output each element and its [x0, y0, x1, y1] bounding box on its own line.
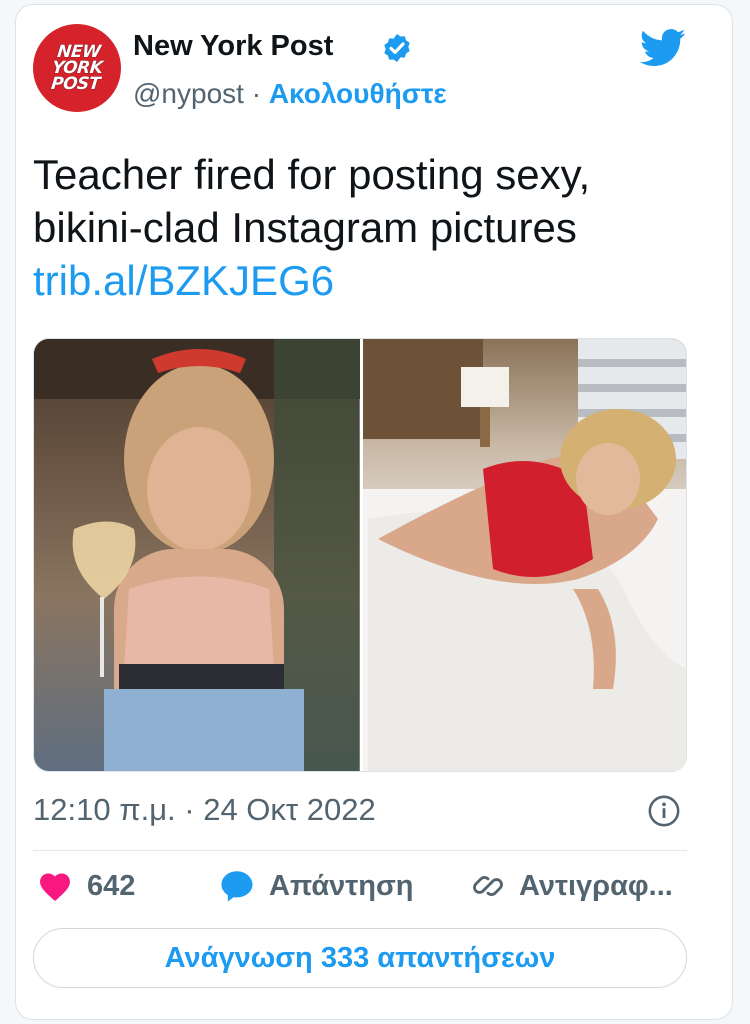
like-button[interactable]: 642	[37, 856, 135, 916]
media-photo-left[interactable]	[34, 339, 360, 771]
author-handle-row: @nypost · Ακολουθήστε	[133, 78, 447, 110]
photo-right-illustration	[363, 339, 686, 771]
divider	[33, 850, 687, 851]
author-name[interactable]: New York Post	[133, 30, 333, 63]
link-icon	[473, 876, 503, 896]
like-count: 642	[87, 869, 136, 902]
twitter-bird-icon[interactable]	[640, 28, 686, 68]
read-replies-button[interactable]: Ανάγνωση 333 απαντήσεων	[33, 928, 687, 988]
separator: ·	[251, 78, 262, 109]
copy-link-button[interactable]: Αντιγραφ...	[471, 856, 673, 916]
tweet-media[interactable]	[33, 338, 687, 772]
author-handle[interactable]: @nypost	[133, 78, 244, 109]
heart-icon	[40, 873, 70, 901]
photo-left-illustration	[34, 339, 360, 771]
verified-badge-icon	[384, 34, 410, 62]
tweet-timestamp[interactable]: 12:10 π.μ. · 24 Οκτ 2022	[33, 792, 376, 828]
info-icon[interactable]	[647, 794, 681, 828]
author-avatar[interactable]: NEW YORK POST	[33, 24, 121, 112]
tweet-text-block: Teacher fired for posting sexy, bikini-c…	[33, 148, 693, 307]
avatar-logo: NEW YORK POST	[49, 42, 104, 94]
speech-bubble-icon	[221, 871, 253, 902]
reply-label: Απάντηση	[269, 869, 414, 902]
action-bar: 642 Απάντηση Αντιγραφ...	[33, 856, 687, 916]
media-photo-right[interactable]	[363, 339, 686, 771]
tweet-text: Teacher fired for posting sexy, bikini-c…	[33, 151, 591, 251]
tweet-link[interactable]: trib.al/BZKJEG6	[33, 254, 693, 307]
follow-button[interactable]: Ακολουθήστε	[269, 78, 447, 109]
copy-link-label: Αντιγραφ...	[519, 869, 673, 902]
reply-button[interactable]: Απάντηση	[219, 856, 414, 916]
